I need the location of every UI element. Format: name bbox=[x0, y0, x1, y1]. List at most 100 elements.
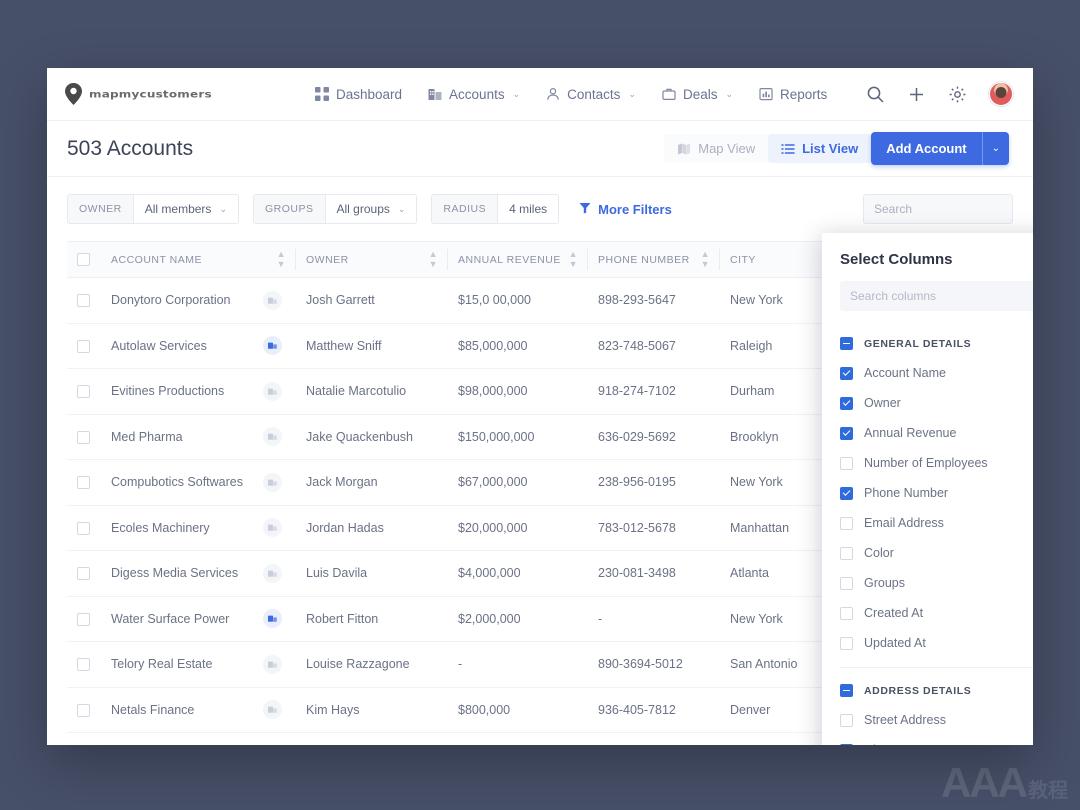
filter-radius-value[interactable]: 4 miles bbox=[498, 195, 558, 223]
account-name-link[interactable]: Digess Media Services bbox=[111, 566, 238, 580]
account-name-link[interactable]: Netals Finance bbox=[111, 703, 194, 717]
nav-item-dashboard[interactable]: Dashboard bbox=[315, 87, 402, 102]
column-option-row[interactable]: Account Name bbox=[840, 358, 1033, 388]
column-option-checkbox[interactable] bbox=[840, 367, 853, 380]
column-search-input[interactable]: Search columns bbox=[840, 281, 1033, 311]
column-option-checkbox[interactable] bbox=[840, 457, 853, 470]
nav-item-accounts[interactable]: Accounts ⌄ bbox=[428, 87, 520, 102]
cell-account-name: Compubotics Softwares bbox=[101, 460, 296, 506]
cell-annual-revenue: $150,000,000 bbox=[448, 414, 588, 460]
row-checkbox[interactable] bbox=[77, 294, 90, 307]
row-select-cell bbox=[67, 596, 101, 642]
sort-icon[interactable]: ▲▼ bbox=[429, 250, 438, 269]
tab-label: Map View bbox=[698, 141, 755, 156]
row-checkbox[interactable] bbox=[77, 431, 90, 444]
watermark-suffix: 教程 bbox=[1028, 780, 1068, 802]
more-filters-button[interactable]: More Filters bbox=[579, 202, 672, 217]
column-option-row[interactable]: Email Address bbox=[840, 508, 1033, 538]
tab-map-view[interactable]: Map View bbox=[664, 134, 768, 163]
column-option-checkbox[interactable] bbox=[840, 577, 853, 590]
account-name-link[interactable]: Telory Real Estate bbox=[111, 657, 212, 671]
column-header-city[interactable]: CITY bbox=[720, 242, 813, 278]
account-name-link[interactable]: Donytoro Corporation bbox=[111, 293, 231, 307]
nav-item-contacts[interactable]: Contacts ⌄ bbox=[546, 87, 636, 102]
filter-radius[interactable]: RADIUS 4 miles bbox=[431, 194, 559, 224]
avatar[interactable] bbox=[989, 82, 1013, 106]
add-account-button[interactable]: Add Account ⌄ bbox=[871, 132, 1009, 165]
cell-owner: Natalie Marcotulio bbox=[296, 369, 448, 415]
sort-icon[interactable]: ▲▼ bbox=[277, 250, 286, 269]
account-name-link[interactable]: Evitines Productions bbox=[111, 384, 224, 398]
row-checkbox[interactable] bbox=[77, 658, 90, 671]
select-all-checkbox[interactable] bbox=[77, 253, 90, 266]
account-name-link[interactable]: Compubotics Softwares bbox=[111, 475, 243, 489]
row-checkbox[interactable] bbox=[77, 704, 90, 717]
plus-icon[interactable] bbox=[907, 85, 926, 104]
column-header-phone-number[interactable]: PHONE NUMBER ▲▼ bbox=[588, 242, 720, 278]
account-name-link[interactable]: Ecoles Machinery bbox=[111, 521, 210, 535]
brand-logo[interactable]: mapmycustomers bbox=[65, 83, 315, 105]
account-name-link[interactable]: Autolaw Services bbox=[111, 339, 207, 353]
row-checkbox[interactable] bbox=[77, 522, 90, 535]
column-option-row[interactable]: City bbox=[840, 735, 1033, 745]
row-select-cell bbox=[67, 278, 101, 324]
group-checkbox[interactable] bbox=[840, 337, 853, 350]
row-checkbox[interactable] bbox=[77, 567, 90, 580]
nav-item-reports[interactable]: Reports bbox=[759, 87, 827, 102]
cell-city: New York bbox=[720, 596, 813, 642]
cell-owner: Matthew Sniff bbox=[296, 323, 448, 369]
nav-item-deals[interactable]: Deals ⌄ bbox=[662, 87, 733, 102]
sort-icon[interactable]: ▲▼ bbox=[569, 250, 578, 269]
watermark-text: AAA bbox=[941, 759, 1026, 806]
column-option-checkbox[interactable] bbox=[840, 714, 853, 727]
column-header-owner[interactable]: OWNER ▲▼ bbox=[296, 242, 448, 278]
filter-owner-value[interactable]: All members ⌄ bbox=[134, 195, 238, 223]
column-option-row[interactable]: Phone Number bbox=[840, 478, 1033, 508]
cell-owner: Louise Razzagone bbox=[296, 642, 448, 688]
gear-icon[interactable] bbox=[948, 85, 967, 104]
column-header-annual-revenue[interactable]: ANNUAL REVENUE ▲▼ bbox=[448, 242, 588, 278]
table-search-input[interactable]: Search bbox=[863, 194, 1013, 224]
column-option-row[interactable]: Number of Employees bbox=[840, 448, 1033, 478]
column-option-checkbox[interactable] bbox=[840, 397, 853, 410]
cell-phone-number: 890-3694-5012 bbox=[588, 642, 720, 688]
cell-account-name: Donytoro Corporation bbox=[101, 278, 296, 324]
column-option-checkbox[interactable] bbox=[840, 637, 853, 650]
filter-groups-value[interactable]: All groups ⌄ bbox=[326, 195, 417, 223]
column-group-header[interactable]: GENERAL DETAILS bbox=[840, 329, 1033, 358]
column-option-row[interactable]: Groups bbox=[840, 568, 1033, 598]
cell-phone-number: 230-081-3498 bbox=[588, 551, 720, 597]
search-icon[interactable] bbox=[866, 85, 885, 104]
column-header-account-name[interactable]: ACCOUNT NAME ▲▼ bbox=[101, 242, 296, 278]
cell-account-name: Ecoles Machinery bbox=[101, 505, 296, 551]
column-option-row[interactable]: Created At bbox=[840, 598, 1033, 628]
column-group-header[interactable]: ADDRESS DETAILS bbox=[840, 676, 1033, 705]
row-checkbox[interactable] bbox=[77, 613, 90, 626]
column-option-checkbox[interactable] bbox=[840, 607, 853, 620]
account-name-link[interactable]: Med Pharma bbox=[111, 430, 183, 444]
column-option-row[interactable]: Annual Revenue bbox=[840, 418, 1033, 448]
sort-icon[interactable]: ▲▼ bbox=[701, 250, 710, 269]
column-option-row[interactable]: Color bbox=[840, 538, 1033, 568]
column-option-checkbox[interactable] bbox=[840, 427, 853, 440]
column-option-row[interactable]: Owner bbox=[840, 388, 1033, 418]
top-navigation-bar: mapmycustomers Dashboard Accounts ⌄ bbox=[47, 68, 1033, 121]
account-name-link[interactable]: Water Surface Power bbox=[111, 612, 229, 626]
row-checkbox[interactable] bbox=[77, 340, 90, 353]
tab-list-view[interactable]: List View bbox=[768, 134, 871, 163]
filter-owner[interactable]: OWNER All members ⌄ bbox=[67, 194, 239, 224]
filter-owner-label: OWNER bbox=[68, 195, 134, 223]
row-checkbox[interactable] bbox=[77, 476, 90, 489]
column-option-checkbox[interactable] bbox=[840, 487, 853, 500]
column-option-checkbox[interactable] bbox=[840, 517, 853, 530]
app-window: mapmycustomers Dashboard Accounts ⌄ bbox=[47, 68, 1033, 745]
row-checkbox[interactable] bbox=[77, 385, 90, 398]
column-option-row[interactable]: Street Address bbox=[840, 705, 1033, 735]
row-select-cell bbox=[67, 323, 101, 369]
column-option-checkbox[interactable] bbox=[840, 547, 853, 560]
column-option-checkbox[interactable] bbox=[840, 744, 853, 746]
add-account-dropdown-caret[interactable]: ⌄ bbox=[982, 132, 1009, 165]
filter-groups[interactable]: GROUPS All groups ⌄ bbox=[253, 194, 417, 224]
group-checkbox[interactable] bbox=[840, 684, 853, 697]
column-option-row[interactable]: Updated At bbox=[840, 628, 1033, 658]
